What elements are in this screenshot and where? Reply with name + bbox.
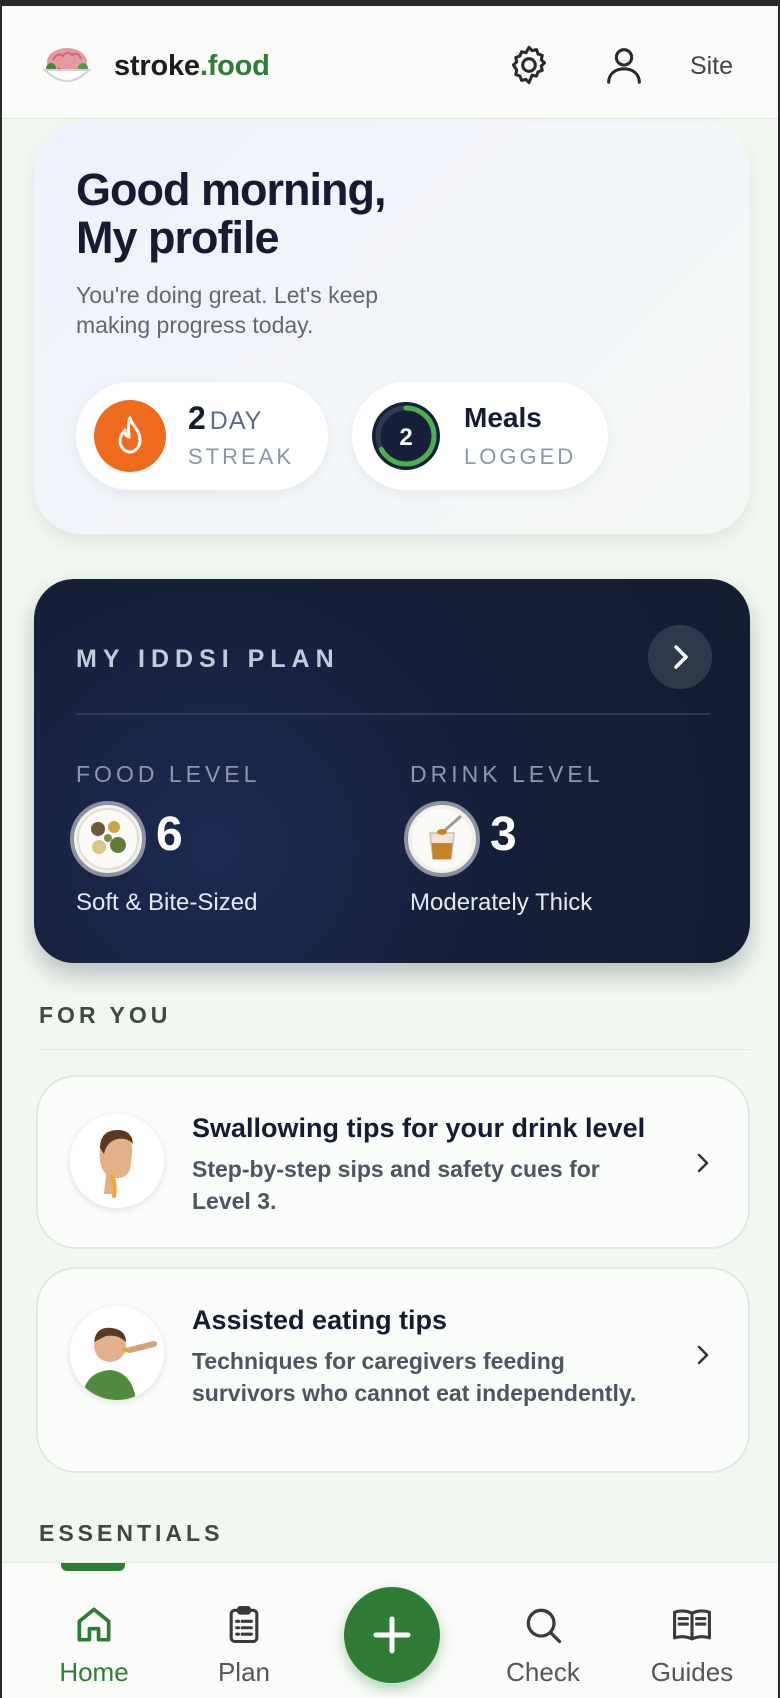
add-meal-button[interactable] bbox=[344, 1587, 440, 1683]
app-frame: stroke.food Site Good morning, My profil… bbox=[2, 6, 778, 1698]
greeting-card: Good morning, My profile You're doing gr… bbox=[34, 122, 750, 534]
tip-title: Swallowing tips for your drink level bbox=[192, 1113, 646, 1143]
streak-count: 2 DAY bbox=[188, 400, 262, 437]
tip-card-swallowing[interactable]: Swallowing tips for your drink level Ste… bbox=[36, 1075, 750, 1249]
food-level-number: 6 bbox=[156, 808, 183, 861]
bottom-nav: Home Plan Check Guides bbox=[2, 1562, 778, 1698]
greeting-subtitle: You're doing great. Let's keep making pr… bbox=[76, 282, 379, 338]
iddsi-divider bbox=[76, 713, 710, 715]
food-plate-icon bbox=[70, 801, 146, 877]
brand-name-tld: .food bbox=[199, 50, 270, 82]
food-level-heading: FOOD LEVEL bbox=[76, 761, 261, 787]
swallowing-person-icon bbox=[70, 1114, 164, 1208]
drink-level-description: Moderately Thick bbox=[410, 889, 593, 916]
drink-level-number: 3 bbox=[490, 808, 517, 861]
essentials-heading: ESSENTIALS bbox=[39, 1520, 224, 1546]
chevron-right-icon bbox=[697, 1153, 709, 1173]
user-icon[interactable] bbox=[601, 42, 647, 88]
flame-icon bbox=[94, 400, 166, 472]
drink-level-heading: DRINK LEVEL bbox=[410, 761, 604, 787]
clipboard-icon bbox=[229, 1606, 259, 1644]
tip-text: Techniques for caregivers feeding surviv… bbox=[192, 1348, 637, 1406]
nav-home[interactable]: Home bbox=[29, 1563, 159, 1698]
greeting-title-line2: My profile bbox=[76, 212, 280, 263]
meals-label: LOGGED bbox=[464, 444, 577, 469]
site-link[interactable]: Site bbox=[690, 52, 733, 81]
food-level-description: Soft & Bite-Sized bbox=[76, 889, 258, 916]
nav-home-label: Home bbox=[59, 1657, 129, 1687]
iddsi-title: MY IDDSI PLAN bbox=[76, 645, 340, 673]
assisted-eating-icon bbox=[70, 1306, 164, 1400]
search-icon bbox=[526, 1608, 562, 1644]
app-header: stroke.food Site bbox=[2, 6, 778, 119]
book-icon bbox=[673, 1609, 711, 1641]
for-you-divider bbox=[39, 1049, 750, 1050]
plus-icon bbox=[373, 1616, 411, 1654]
brand-name[interactable]: stroke.food bbox=[114, 50, 270, 83]
tip-text: Step-by-step sips and safety cues for Le… bbox=[192, 1156, 600, 1214]
nav-guides[interactable]: Guides bbox=[627, 1563, 757, 1698]
gear-icon[interactable] bbox=[506, 42, 552, 88]
drink-glass-icon bbox=[404, 801, 480, 877]
meals-title: Meals bbox=[464, 402, 542, 433]
iddsi-open-button[interactable] bbox=[648, 625, 712, 689]
chevron-right-icon bbox=[674, 645, 688, 669]
greeting-title-line1: Good morning, bbox=[76, 164, 386, 215]
meals-progress-ring: 2 bbox=[372, 402, 440, 470]
streak-unit: DAY bbox=[209, 407, 263, 435]
chevron-right-icon bbox=[697, 1345, 709, 1365]
nav-guides-label: Guides bbox=[650, 1657, 734, 1687]
meals-pill[interactable]: 2 Meals LOGGED bbox=[352, 382, 608, 490]
meals-count: 2 bbox=[399, 424, 412, 451]
for-you-heading: FOR YOU bbox=[39, 1002, 172, 1028]
greeting-title: Good morning, My profile bbox=[76, 164, 386, 263]
nav-plan-label: Plan bbox=[217, 1657, 271, 1687]
tip-title: Assisted eating tips bbox=[192, 1305, 448, 1335]
iddsi-plan-card[interactable]: MY IDDSI PLAN FOOD LEVEL 6 Soft & Bite-S… bbox=[34, 579, 750, 963]
tip-card-assisted-eating[interactable]: Assisted eating tips Techniques for care… bbox=[36, 1267, 750, 1473]
streak-label: STREAK bbox=[188, 444, 295, 469]
home-icon bbox=[77, 1607, 111, 1642]
nav-check[interactable]: Check bbox=[478, 1563, 608, 1698]
logo-bowl-icon[interactable] bbox=[41, 40, 93, 92]
nav-check-label: Check bbox=[506, 1657, 580, 1687]
streak-value: 2 bbox=[188, 400, 206, 436]
brand-name-main: stroke bbox=[114, 50, 200, 82]
nav-plan[interactable]: Plan bbox=[179, 1563, 309, 1698]
streak-pill[interactable]: 2 DAY STREAK bbox=[76, 382, 328, 490]
